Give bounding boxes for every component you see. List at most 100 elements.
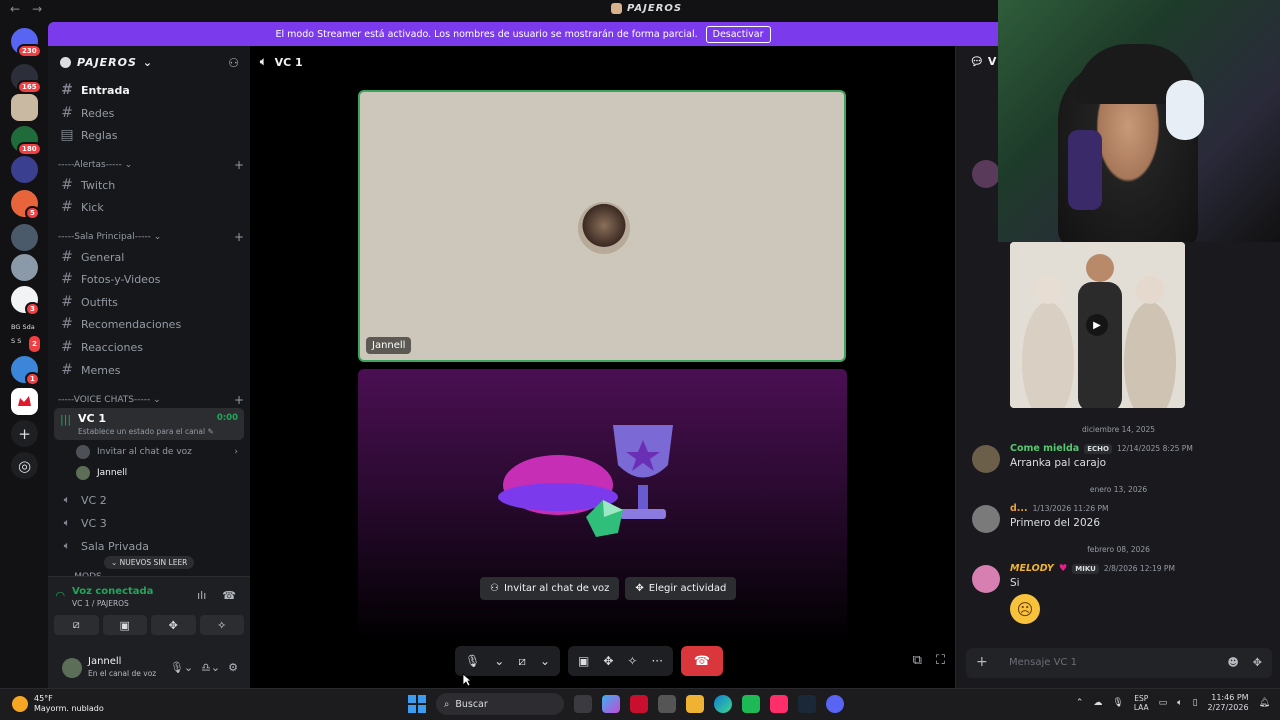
avatar[interactable] (972, 565, 1000, 593)
invite-people-icon[interactable]: ⚇ (228, 56, 240, 70)
emoji-icon[interactable]: ☻ (1227, 656, 1238, 669)
play-icon[interactable]: ▶ (1086, 314, 1108, 336)
copilot-icon[interactable] (602, 695, 620, 713)
discord-icon[interactable] (826, 695, 844, 713)
category-alertas[interactable]: -----Alertas----- ⌄ + (58, 158, 244, 172)
channel-recomendaciones[interactable]: # Recomendaciones (56, 314, 244, 334)
microphone-icon[interactable]: 🎙︎ (1112, 698, 1123, 708)
channel-vc2[interactable]: 🔈︎ VC 2 (56, 490, 244, 510)
microphone-icon[interactable]: 🎙︎ (465, 654, 480, 668)
popout-icon[interactable]: ⧉ (913, 653, 922, 668)
channel-fotos-y-videos[interactable]: # Fotos-y-Videos (56, 269, 244, 289)
server-folder[interactable]: BG Sda S S 2 (11, 320, 42, 354)
server-icon-4[interactable] (11, 156, 38, 183)
language-indicator[interactable]: ESP LAA (1134, 694, 1149, 712)
camera-off-button[interactable]: ⧄ (54, 615, 99, 635)
message-author[interactable]: Come mielda (1010, 443, 1079, 454)
server-icon-9[interactable]: 1 (11, 356, 40, 386)
camera-off-icon[interactable]: ⧄ (518, 654, 526, 669)
message-input[interactable]: + Mensaje VC 1 ☻ ✥ (966, 648, 1272, 678)
task-view-icon[interactable] (574, 695, 592, 713)
apps-icon[interactable]: ✥ (1253, 656, 1262, 669)
video-attachment[interactable]: ▶ (1010, 242, 1185, 408)
choose-activity-button[interactable]: ✥ Elegir actividad (625, 577, 737, 600)
back-arrow-icon[interactable]: ← (10, 2, 20, 16)
channel-vc3[interactable]: 🔈︎ VC 3 (56, 513, 244, 533)
server-icon-5[interactable]: 5 (11, 190, 40, 220)
disconnect-icon[interactable]: ☎ (222, 589, 236, 602)
battery-icon[interactable]: ▯ (1193, 698, 1198, 708)
soundboard-icon[interactable]: ✧ (627, 654, 637, 668)
voice-connected-label[interactable]: Voz conectada (72, 586, 153, 597)
user-name[interactable]: Jannell (88, 656, 121, 667)
forward-arrow-icon[interactable]: → (32, 2, 42, 16)
network-icon[interactable]: ▭ (1159, 698, 1168, 708)
message-author[interactable]: d... (1010, 503, 1028, 514)
tiktok-icon[interactable] (770, 695, 788, 713)
message-author[interactable]: MELODY (1010, 563, 1054, 574)
add-channel-icon[interactable]: + (234, 230, 244, 244)
deactivate-button[interactable]: Desactivar (705, 25, 771, 43)
volume-icon[interactable]: 🔈︎ (1177, 698, 1182, 708)
server-icon-7[interactable] (11, 254, 38, 281)
activities-button[interactable]: ✥ (151, 615, 196, 635)
new-unread-pill[interactable]: ⌄ NUEVOS SIN LEER (104, 556, 195, 569)
explore-compass-icon[interactable]: ◎ (11, 452, 38, 479)
direct-messages-icon[interactable]: 230 (11, 28, 42, 58)
steam-icon[interactable] (798, 695, 816, 713)
guild-header[interactable]: PAJEROS ⌄ ⚇ (48, 46, 250, 78)
server-icon-8[interactable]: 3 (11, 286, 40, 316)
invite-to-voice-item[interactable]: Invitar al chat de voz › (76, 443, 244, 461)
server-icon-2[interactable] (11, 94, 38, 121)
camera-options-chevron-icon[interactable]: ⌄ (540, 654, 550, 668)
avatar[interactable] (972, 160, 1000, 188)
channel-outfits[interactable]: # Outfits (56, 292, 244, 312)
server-icon-10[interactable] (11, 388, 38, 415)
mic-options-chevron-icon[interactable]: ⌄ (494, 654, 504, 668)
channel-sala-privada[interactable]: 🔈︎ Sala Privada (56, 536, 244, 556)
voice-channel-vc1-active[interactable]: ||| VC 1 0:00 Establece un estado para e… (54, 408, 244, 440)
app-icon-3[interactable] (658, 695, 676, 713)
server-icon-3[interactable]: 180 (11, 126, 42, 156)
channel-reglas[interactable]: ▤ Reglas (56, 125, 244, 145)
disconnect-button[interactable]: ☎ (680, 646, 723, 676)
connection-signal-icon[interactable]: ◜◝ (56, 589, 65, 602)
activities-icon[interactable]: ✥ (603, 654, 613, 668)
screen-share-icon[interactable]: ▣ (578, 654, 589, 668)
channel-kick[interactable]: # Kick (56, 197, 244, 217)
fullscreen-icon[interactable]: ⛶ (936, 653, 945, 668)
voice-member-jannell[interactable]: Jannell (76, 464, 244, 482)
invite-to-voice-button[interactable]: ⚇ Invitar al chat de voz (480, 577, 620, 600)
avatar[interactable] (972, 445, 1000, 473)
category-voice-chats[interactable]: -----VOICE CHATS----- ⌄ + (58, 393, 244, 407)
category-sala-principal[interactable]: -----Sala Principal----- ⌄ + (58, 230, 244, 244)
server-icon-6[interactable] (11, 224, 38, 251)
cloud-icon[interactable]: ☁ (1093, 698, 1102, 708)
soundboard-button[interactable]: ✧ (199, 615, 244, 635)
server-icon-1[interactable]: 165 (11, 64, 42, 94)
add-channel-icon[interactable]: + (234, 393, 244, 407)
screen-share-button[interactable]: ▣ (102, 615, 147, 635)
attach-plus-icon[interactable]: + (976, 654, 988, 670)
microphone-icon[interactable]: 🎙︎⌄ (170, 661, 193, 674)
edge-browser-icon[interactable] (714, 695, 732, 713)
noise-suppression-icon[interactable]: ılı (197, 589, 206, 602)
more-options-icon[interactable]: ··· (651, 654, 662, 668)
channel-redes[interactable]: # Redes (56, 103, 244, 123)
channel-twitch[interactable]: # Twitch (56, 175, 244, 195)
clock[interactable]: 11:46 PM 2/27/2026 (1208, 693, 1249, 713)
gear-icon[interactable]: ⚙ (228, 661, 238, 674)
set-channel-status[interactable]: Establece un estado para el canal ✎ (78, 427, 214, 436)
add-server-icon[interactable]: + (11, 420, 38, 447)
channel-reacciones[interactable]: # Reacciones (56, 337, 244, 357)
channel-memes[interactable]: # Memes (56, 360, 244, 380)
file-explorer-icon[interactable] (686, 695, 704, 713)
add-channel-icon[interactable]: + (234, 158, 244, 172)
avatar[interactable] (62, 658, 82, 678)
channel-general[interactable]: # General (56, 247, 244, 267)
windows-start-icon[interactable] (408, 695, 426, 713)
notifications-bell-icon[interactable]: 🔔︎ (1259, 698, 1270, 708)
headphones-icon[interactable]: ♎︎⌄ (201, 661, 220, 674)
channel-entrada[interactable]: # Entrada (56, 80, 244, 100)
mcafee-icon[interactable] (630, 695, 648, 713)
